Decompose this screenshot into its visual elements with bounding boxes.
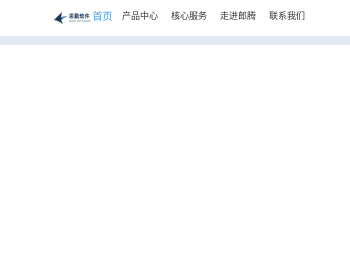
header-divider-band	[0, 36, 350, 45]
nav-home[interactable]: 首页	[93, 12, 113, 24]
nav-contact[interactable]: 联系我们	[269, 10, 305, 24]
bird-logo-icon	[54, 12, 67, 24]
nav-products[interactable]: 产品中心	[122, 10, 158, 24]
site-header: 思勤软件 SIQIN SOFTWARE 首页 产品中心 核心服务 走进郎腾 联系…	[0, 0, 350, 36]
main-content	[0, 45, 350, 263]
nav-about[interactable]: 走进郎腾	[220, 10, 256, 24]
nav-services[interactable]: 核心服务	[171, 10, 207, 24]
logo-text: 思勤软件 SIQIN SOFTWARE	[69, 14, 91, 23]
page: 思勤软件 SIQIN SOFTWARE 首页 产品中心 核心服务 走进郎腾 联系…	[0, 0, 350, 263]
site-logo[interactable]: 思勤软件 SIQIN SOFTWARE 首页	[53, 9, 113, 27]
logo-tagline: SIQIN SOFTWARE	[69, 19, 91, 23]
